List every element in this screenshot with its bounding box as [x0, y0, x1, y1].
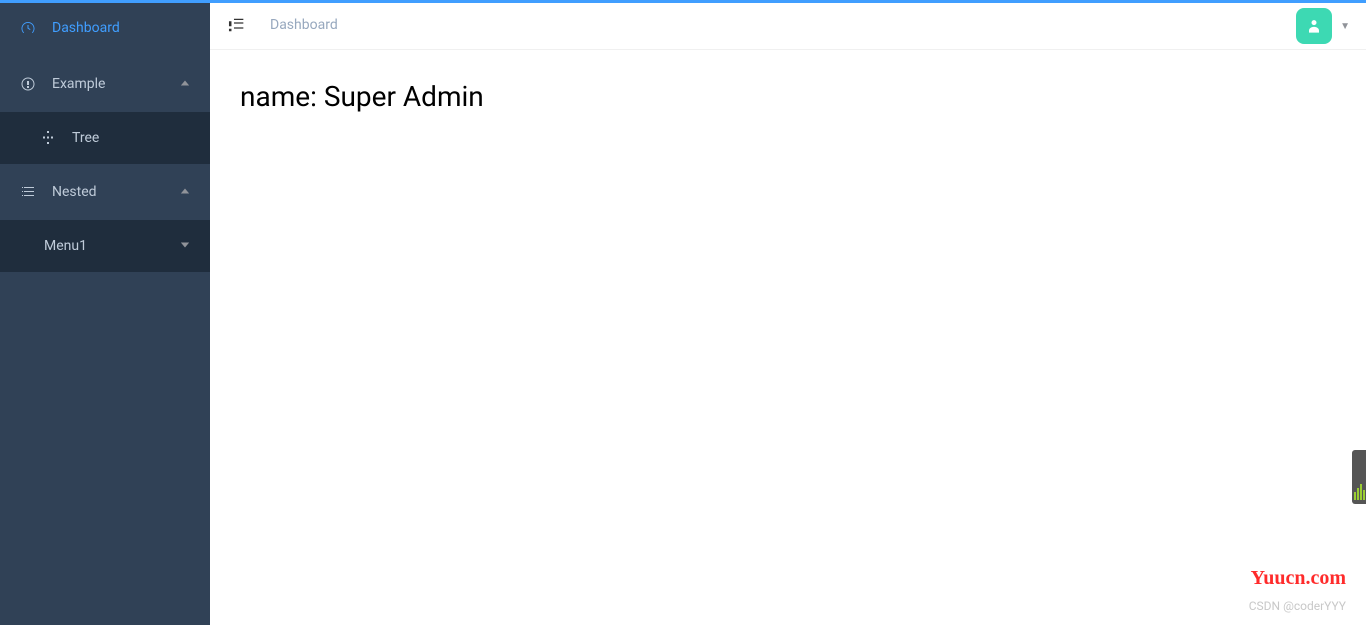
watermark-brand: Yuucn.com — [1251, 567, 1346, 590]
sidebar-item-example[interactable]: Example — [0, 56, 210, 112]
widget-bar — [1354, 492, 1356, 500]
sidebar: Dashboard Example Tree Nested — [0, 0, 210, 625]
caret-down-icon[interactable]: ▼ — [1340, 21, 1350, 32]
sidebar-subitem-menu1[interactable]: Menu1 — [0, 220, 210, 272]
nested-icon — [20, 184, 36, 200]
chevron-up-icon — [180, 185, 190, 199]
main-container: Dashboard ▼ name: Super Admin Yuucn.com … — [210, 0, 1366, 625]
hamburger-toggle[interactable] — [226, 15, 246, 35]
sidebar-item-nested[interactable]: Nested — [0, 164, 210, 220]
app-main: name: Super Admin — [210, 50, 1366, 625]
top-accent-bar — [0, 0, 1366, 3]
example-icon — [20, 76, 36, 92]
tree-icon — [40, 130, 56, 146]
sidebar-item-label: Example — [52, 76, 180, 92]
navbar-right: ▼ — [1296, 8, 1350, 44]
widget-bar — [1357, 488, 1359, 500]
sidebar-subitem-label: Menu1 — [44, 238, 180, 254]
main-content-text: name: Super Admin — [240, 80, 1336, 113]
breadcrumb: Dashboard — [270, 17, 338, 33]
app-wrapper: Dashboard Example Tree Nested — [0, 0, 1366, 625]
sidebar-item-label: Nested — [52, 184, 180, 200]
side-widget[interactable] — [1352, 450, 1366, 504]
sidebar-subitem-tree[interactable]: Tree — [0, 112, 210, 164]
chevron-up-icon — [180, 77, 190, 91]
avatar[interactable] — [1296, 8, 1332, 44]
sidebar-subitem-label: Tree — [72, 130, 190, 146]
widget-bar — [1360, 484, 1362, 500]
watermark-credit: CSDN @coderYYY — [1249, 599, 1346, 613]
dashboard-icon — [20, 20, 36, 36]
sidebar-item-dashboard[interactable]: Dashboard — [0, 0, 210, 56]
widget-bar — [1363, 490, 1365, 500]
sidebar-item-label: Dashboard — [52, 20, 190, 36]
navbar: Dashboard ▼ — [210, 0, 1366, 50]
chevron-down-icon — [180, 239, 190, 253]
